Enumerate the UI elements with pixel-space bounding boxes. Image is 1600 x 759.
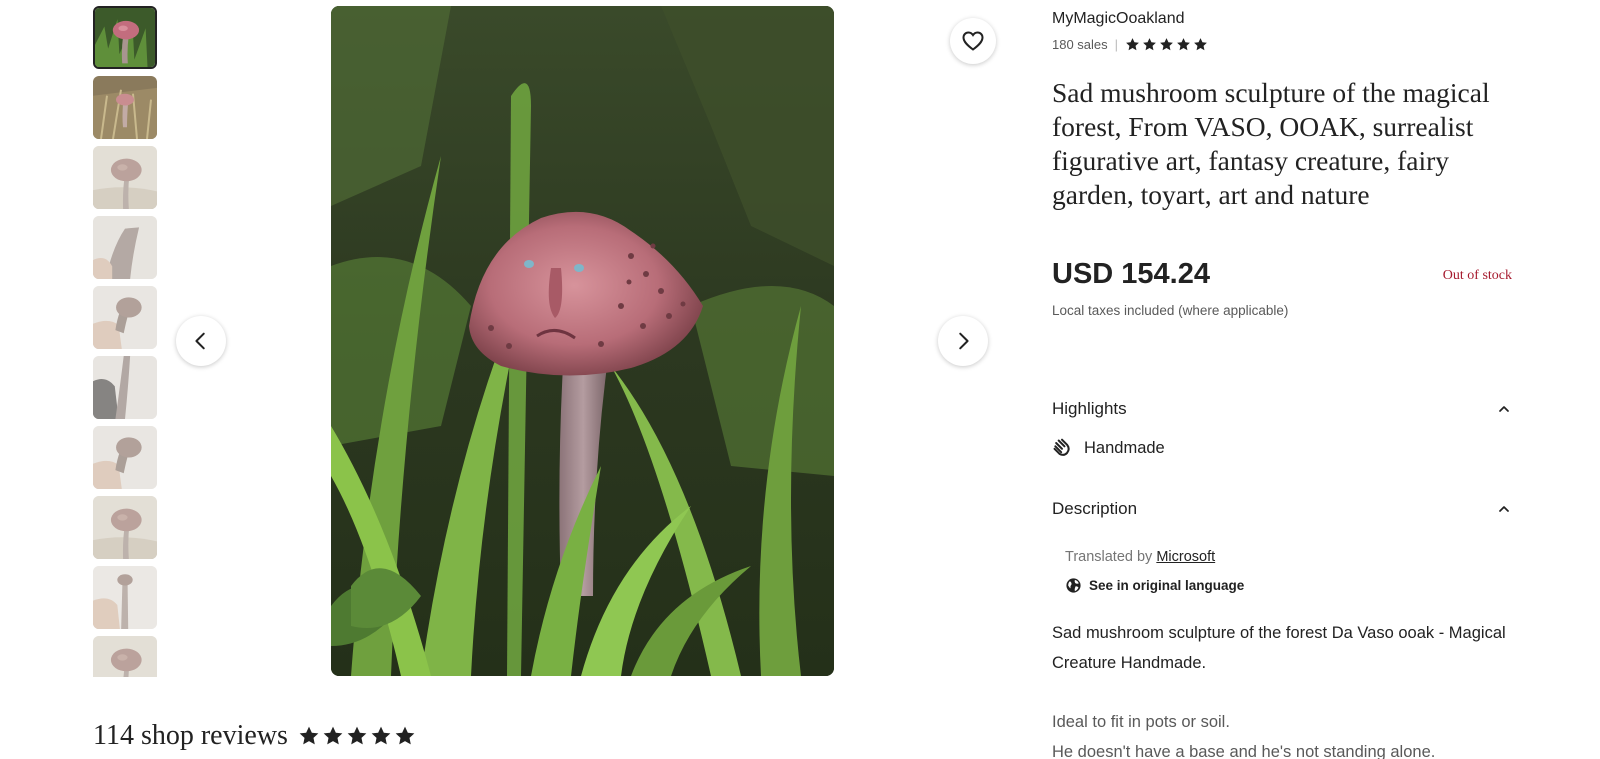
shop-reviews-count: 114 shop reviews (93, 720, 288, 751)
shop-rating[interactable] (1125, 37, 1208, 52)
thumbnail[interactable] (93, 76, 157, 139)
shop-stats: 180 sales | (1052, 37, 1208, 52)
thumbnail[interactable] (93, 216, 157, 279)
sales-count: 180 sales (1052, 37, 1108, 52)
globe-icon (1066, 578, 1081, 593)
thumbnail-list (93, 6, 157, 677)
translator-link[interactable]: Microsoft (1156, 549, 1215, 565)
translation-note: Translated by Microsoft (1065, 549, 1215, 565)
shop-reviews-rating (298, 725, 416, 747)
mushroom-photo-thumbnail (93, 216, 157, 279)
star-icon (1176, 37, 1191, 52)
mushroom-photo-thumbnail (93, 356, 157, 419)
thumbnail[interactable] (93, 286, 157, 349)
star-icon (1142, 37, 1157, 52)
highlights-header: Highlights (1052, 399, 1127, 418)
chevron-left-icon (195, 332, 205, 350)
mushroom-photo-thumbnail (93, 566, 157, 629)
thumbnail[interactable] (93, 146, 157, 209)
star-icon (1193, 37, 1208, 52)
thumbnail[interactable] (93, 496, 157, 559)
highlight-label: Handmade (1084, 438, 1165, 457)
mushroom-photo-thumbnail (93, 496, 157, 559)
thumbnail[interactable] (93, 426, 157, 489)
star-icon (1159, 37, 1174, 52)
star-icon (370, 725, 392, 747)
thumbnail[interactable] (93, 356, 157, 419)
stock-status: Out of stock (1442, 268, 1512, 283)
mushroom-photo-thumbnail (93, 636, 157, 677)
tax-note: Local taxes included (where applicable) (1052, 303, 1289, 318)
shop-reviews-summary: 114 shop reviews (93, 720, 416, 752)
thumbnail[interactable] (93, 6, 157, 69)
description-paragraph: Sad mushroom sculpture of the forest Da … (1052, 624, 1506, 672)
thumbnail[interactable] (93, 636, 157, 677)
previous-image-button[interactable] (176, 316, 226, 366)
thumbnail[interactable] (93, 566, 157, 629)
mushroom-photo-thumbnail (93, 76, 157, 139)
translated-by-label: Translated by (1065, 549, 1153, 565)
favorite-button[interactable] (950, 18, 996, 64)
chevron-up-icon (1499, 406, 1509, 412)
mushroom-photo-thumbnail (95, 8, 155, 67)
price: USD 154.24 (1052, 258, 1210, 290)
see-original-label: See in original language (1089, 578, 1245, 593)
description-toggle[interactable]: Description (1052, 499, 1512, 519)
description-paragraph: Ideal to fit in pots or soil. He doesn't… (1052, 713, 1436, 759)
chevron-right-icon (959, 332, 969, 350)
next-image-button[interactable] (938, 316, 988, 366)
listing-title: Sad mushroom sculpture of the magical fo… (1052, 77, 1490, 210)
mushroom-photo-thumbnail (93, 286, 157, 349)
heart-icon (962, 31, 984, 51)
main-product-image[interactable] (331, 6, 834, 676)
mushroom-photo-thumbnail (93, 146, 157, 209)
mushroom-photo-thumbnail (93, 426, 157, 489)
highlights-toggle[interactable]: Highlights (1052, 399, 1512, 419)
highlight-handmade: Handmade (1052, 438, 1165, 458)
see-original-language-button[interactable]: See in original language (1065, 577, 1244, 594)
star-icon (322, 725, 344, 747)
star-icon (298, 725, 320, 747)
divider: | (1114, 37, 1119, 52)
chevron-up-icon (1499, 506, 1509, 512)
shop-name-link[interactable]: MyMagicOoakland (1052, 10, 1185, 28)
star-icon (1125, 37, 1140, 52)
listing-details: MyMagicOoakland 180 sales | Sad mushroom… (1052, 0, 1512, 759)
description-header: Description (1052, 499, 1138, 518)
star-icon (394, 725, 416, 747)
star-icon (346, 725, 368, 747)
mushroom-sculpture-photo (331, 6, 834, 676)
handmade-icon (1053, 438, 1070, 456)
